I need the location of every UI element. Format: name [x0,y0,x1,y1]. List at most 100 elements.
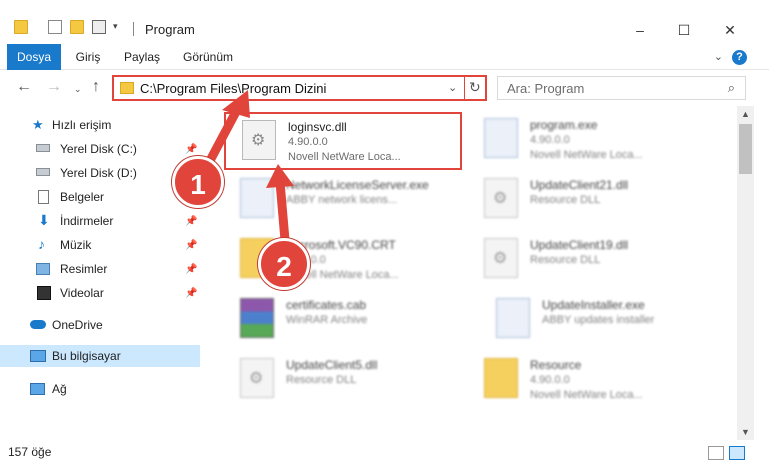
file-name: UpdateClient5.dll [286,358,378,372]
file-description: Resource DLL [530,194,601,206]
search-input[interactable]: Ara: Program ⌕ [497,76,746,100]
properties-icon[interactable] [48,20,62,34]
dll-gear-icon [242,120,276,160]
recent-locations-icon[interactable]: ⌄ [74,84,82,95]
file-tile-updateclient19-dll[interactable]: UpdateClient19.dll Resource DLL [468,232,708,288]
drive-icon [36,168,50,176]
file-name: NetworkLicenseServer.exe [286,178,429,192]
file-description: Novell NetWare Loca... [288,151,401,163]
nav-item-onedrive[interactable]: OneDrive [0,314,200,336]
tab-file[interactable]: Dosya [7,44,61,70]
documents-icon [38,190,49,204]
nav-item-label: Hızlı erişim [52,118,112,132]
step-1-badge: 1 [172,156,224,208]
exe-icon [496,298,530,338]
pictures-icon [36,263,50,275]
file-name: UpdateClient21.dll [530,178,629,192]
pin-icon[interactable]: 📌 [185,264,197,275]
file-name: UpdateClient19.dll [530,238,629,252]
nav-item-local-disk-d[interactable]: Yerel Disk (D:) [0,162,200,184]
search-icon[interactable]: ⌕ [728,80,735,96]
refresh-icon[interactable]: ↻ [469,79,481,96]
nav-item-label: Yerel Disk (C:) [60,142,137,156]
nav-item-documents[interactable]: Belgeler [0,186,200,208]
exe-icon [240,178,274,218]
download-icon: ⬇ [38,212,50,228]
forward-button[interactable]: → [46,78,62,96]
scrollbar-thumb[interactable] [739,124,752,174]
file-version: 4.90.0.0 [288,136,328,148]
nav-item-label: Resimler [60,262,108,276]
cloud-icon [30,320,46,329]
close-button[interactable]: ✕ [707,18,753,42]
tab-share[interactable]: Paylaş [118,44,166,70]
up-button[interactable]: ↑ [92,78,100,96]
video-icon [37,286,51,300]
file-tile-updateinstaller-exe[interactable]: UpdateInstaller.exe ABBY updates install… [480,292,720,348]
new-folder-icon[interactable] [70,20,84,34]
rar-icon [240,298,274,338]
file-name: certificates.cab [286,298,367,312]
customize-toolbar-icon[interactable] [92,20,106,34]
nav-item-pictures[interactable]: Resimler 📌 [0,258,200,280]
file-name: program.exe [530,118,598,132]
step-2-badge: 2 [258,238,310,290]
nav-item-label: İndirmeler [60,214,114,228]
details-view-icon[interactable] [708,446,724,460]
file-name: loginsvc.dll [288,120,347,134]
file-tile-resource[interactable]: Resource 4.90.0.0 Novell NetWare Loca... [468,352,708,408]
address-bar[interactable]: C:\Program Files\Program Dizini ⌄ ↻ [112,75,487,101]
minimize-button[interactable]: – [617,18,663,42]
expand-ribbon-icon[interactable]: ⌄ [714,50,723,63]
nav-item-this-pc[interactable]: Bu bilgisayar [0,345,200,367]
maximize-button[interactable]: ☐ [661,18,707,42]
network-icon [30,383,45,395]
vertical-scrollbar[interactable]: ▲ ▼ [737,106,754,440]
dll-gear-icon [484,238,518,278]
nav-item-videos[interactable]: Videolar 📌 [0,282,200,304]
navigation-pane: ★ Hızlı erişim Yerel Disk (C:) 📌 Yerel D… [0,106,200,436]
file-tile-loginsvc-dll[interactable]: loginsvc.dll 4.90.0.0 Novell NetWare Loc… [224,112,462,170]
address-path[interactable]: C:\Program Files\Program Dizini [140,81,326,96]
pin-icon[interactable]: 📌 [185,216,197,227]
file-description: Novell NetWare Loca... [530,149,643,161]
status-bar: 157 öğe [0,440,769,471]
pin-icon[interactable]: 📌 [185,288,197,299]
scroll-down-icon[interactable]: ▼ [741,427,750,437]
chevron-down-icon[interactable]: ▾ [113,21,118,32]
file-description: Novell NetWare Loca... [530,389,643,401]
address-divider [464,77,465,99]
nav-item-local-disk-c[interactable]: Yerel Disk (C:) 📌 [0,138,200,160]
item-count: 157 öğe [8,445,52,459]
nav-item-music[interactable]: ♪ Müzik 📌 [0,234,200,256]
folder-icon [14,20,28,34]
nav-item-network[interactable]: Ağ [0,378,200,400]
pin-icon[interactable]: 📌 [185,144,197,155]
tab-view[interactable]: Görünüm [178,44,238,70]
help-button[interactable]: ? [732,50,747,65]
nav-item-quick-access[interactable]: ★ Hızlı erişim [0,114,200,136]
chevron-down-icon[interactable]: ⌄ [448,81,457,94]
tiles-view-icon[interactable] [729,446,745,460]
scroll-up-icon[interactable]: ▲ [741,109,750,119]
file-tile-updateclient5-dll[interactable]: UpdateClient5.dll Resource DLL [224,352,464,408]
address-row: ← → ⌄ ↑ C:\Program Files\Program Dizini … [0,70,769,106]
back-button[interactable]: ← [16,78,32,96]
pin-icon[interactable]: 📌 [185,240,197,251]
file-tile-networklicenseserver-exe[interactable]: NetworkLicenseServer.exe ABBY network li… [224,172,464,228]
title-bar: ▾ Program – ☐ ✕ [0,0,769,44]
file-tile-program-exe[interactable]: program.exe 4.90.0.0 Novell NetWare Loca… [468,112,708,168]
drive-icon [36,144,50,152]
nav-item-downloads[interactable]: ⬇ İndirmeler 📌 [0,210,200,232]
nav-item-label: Yerel Disk (D:) [60,166,137,180]
exe-icon [484,118,518,158]
folder-icon [120,82,134,94]
file-name: UpdateInstaller.exe [542,298,645,312]
tab-home[interactable]: Giriş [68,44,108,70]
file-tile-certificates-cab[interactable]: certificates.cab WinRAR Archive [224,292,464,348]
file-tile-updateclient21-dll[interactable]: UpdateClient21.dll Resource DLL [468,172,708,228]
search-placeholder: Ara: Program [507,81,585,96]
nav-item-label: Bu bilgisayar [52,349,121,363]
file-description: Resource DLL [286,374,357,386]
file-description: ABBY network licens... [286,194,398,206]
